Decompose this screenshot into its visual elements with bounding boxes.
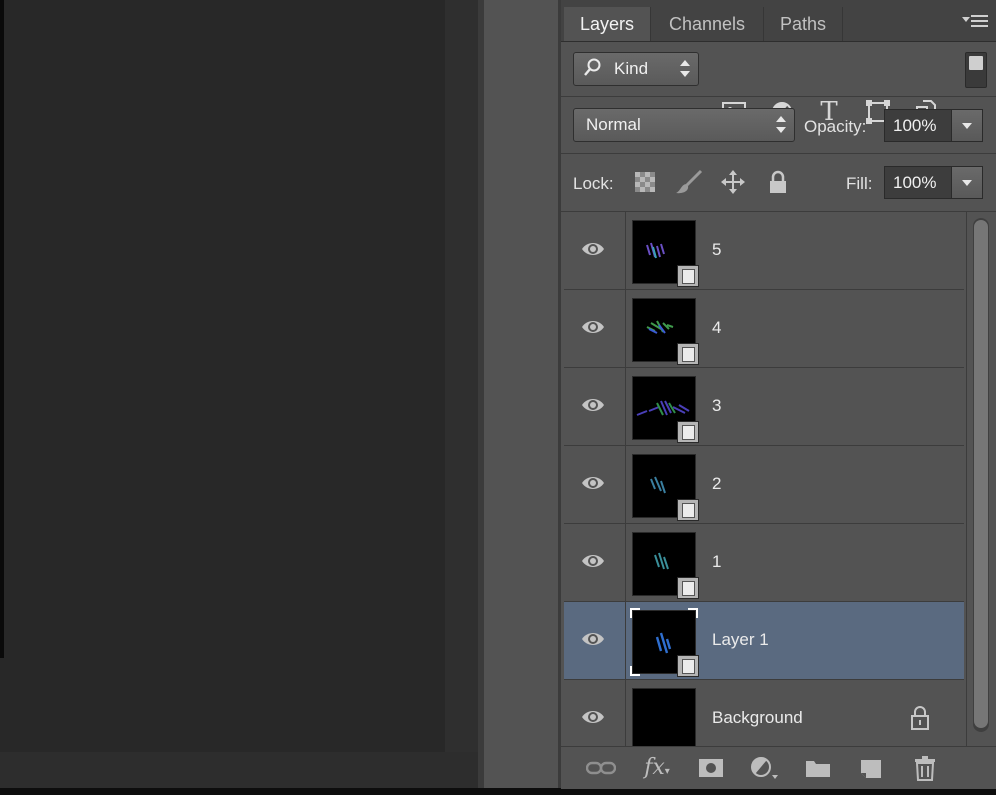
- visibility-toggle[interactable]: [564, 602, 626, 679]
- panel-dock-gutter: [484, 0, 560, 795]
- layers-scrollbar[interactable]: [966, 212, 996, 746]
- layer-name: Background: [712, 708, 803, 727]
- lock-row: Lock: Fill: 100%: [561, 154, 996, 212]
- visibility-toggle[interactable]: [564, 212, 626, 289]
- kind-filter-dropdown[interactable]: Kind: [573, 52, 699, 86]
- layer-row-2[interactable]: 2: [564, 446, 964, 524]
- eye-icon: [582, 243, 604, 255]
- tab-paths[interactable]: Paths: [764, 7, 843, 41]
- group-folder-icon[interactable]: [801, 755, 835, 781]
- lock-all-icon[interactable]: [764, 168, 792, 196]
- layer-thumbnail: [632, 532, 699, 599]
- new-layer-icon[interactable]: [854, 755, 888, 781]
- document-edge: [0, 0, 4, 658]
- lock-icon[interactable]: [908, 704, 932, 732]
- window-bottom-edge: [0, 788, 996, 795]
- layers-panel: Layers Channels Paths Kind T Normal Opac…: [561, 0, 996, 789]
- layer-row-layer-1[interactable]: Layer 1: [564, 602, 964, 680]
- blend-row: Normal Opacity: 100%: [561, 97, 996, 154]
- layer-thumbnail: [632, 220, 699, 287]
- layer-row-3[interactable]: 3: [564, 368, 964, 446]
- opacity-field[interactable]: 100%: [884, 109, 983, 142]
- lock-pixels-brush-icon[interactable]: [675, 168, 703, 196]
- panel-tab-bar: Layers Channels Paths: [561, 0, 996, 42]
- smart-object-icon: [677, 421, 699, 443]
- tab-layers[interactable]: Layers: [564, 7, 651, 41]
- smart-object-icon: [677, 499, 699, 521]
- smart-object-icon: [677, 343, 699, 365]
- visibility-toggle[interactable]: [564, 680, 626, 746]
- opacity-value: 100%: [893, 116, 937, 135]
- layer-name: Layer 1: [712, 630, 769, 649]
- layer-row-5[interactable]: 5: [564, 212, 964, 290]
- eye-icon: [582, 633, 604, 645]
- link-layers-icon[interactable]: [584, 755, 618, 781]
- document-canvas-area[interactable]: [0, 0, 480, 795]
- layer-thumbnail: [630, 608, 699, 677]
- layer-thumbnail: [632, 376, 699, 443]
- filter-toggle-switch[interactable]: [965, 52, 987, 88]
- smart-object-icon: [677, 655, 699, 677]
- fill-label: Fill:: [846, 174, 873, 193]
- eye-icon: [582, 399, 604, 411]
- blend-mode-label: Normal: [586, 115, 641, 134]
- filter-row: Kind T: [561, 42, 996, 126]
- selection-corner: [630, 666, 640, 676]
- layer-row-1[interactable]: 1: [564, 524, 964, 602]
- search-icon: [583, 56, 603, 80]
- adjustment-layer-icon[interactable]: [748, 755, 782, 781]
- layer-thumbnail: [632, 688, 696, 746]
- lock-label: Lock:: [573, 174, 614, 193]
- selection-corner: [688, 608, 698, 618]
- layer-name: 5: [712, 240, 722, 259]
- fill-value: 100%: [893, 173, 937, 192]
- chevron-updown-icon: [776, 116, 786, 134]
- layer-row-background[interactable]: Background: [564, 680, 964, 746]
- layer-mask-icon[interactable]: [694, 755, 728, 781]
- tab-channels[interactable]: Channels: [651, 7, 764, 41]
- visibility-toggle[interactable]: [564, 524, 626, 601]
- trash-icon[interactable]: [908, 755, 942, 781]
- layer-name: 4: [712, 318, 722, 337]
- eye-icon: [582, 321, 604, 333]
- visibility-toggle[interactable]: [564, 368, 626, 445]
- layers-footer-toolbar: fx▾: [561, 746, 996, 789]
- smart-object-icon: [677, 577, 699, 599]
- layer-name: 3: [712, 396, 722, 415]
- kind-label: Kind: [614, 59, 649, 78]
- lock-position-move-icon[interactable]: [719, 168, 747, 196]
- chevron-down-icon[interactable]: [951, 110, 982, 141]
- layer-thumbnail: [632, 454, 699, 521]
- layer-row-4[interactable]: 4: [564, 290, 964, 368]
- eye-icon: [582, 555, 604, 567]
- panel-menu-icon[interactable]: [962, 14, 988, 28]
- selection-corner: [630, 608, 640, 618]
- layer-thumbnail: [632, 298, 699, 365]
- visibility-toggle[interactable]: [564, 446, 626, 523]
- horizontal-scrollbar[interactable]: [0, 752, 478, 788]
- blend-mode-dropdown[interactable]: Normal: [573, 108, 795, 142]
- visibility-toggle[interactable]: [564, 290, 626, 367]
- eye-icon: [582, 711, 604, 723]
- opacity-label: Opacity:: [804, 117, 867, 136]
- fx-icon[interactable]: fx▾: [640, 755, 674, 781]
- fill-field[interactable]: 100%: [884, 166, 983, 199]
- layers-list: 5 4 3 2 1 Layer 1 Background: [564, 212, 966, 746]
- lock-transparency-icon[interactable]: [631, 168, 659, 196]
- chevron-updown-icon: [680, 60, 690, 78]
- canvas-shadow: [445, 0, 480, 795]
- layer-name: 2: [712, 474, 722, 493]
- smart-object-icon: [677, 265, 699, 287]
- chevron-down-icon[interactable]: [951, 167, 982, 198]
- layer-name: 1: [712, 552, 722, 571]
- scrollbar-thumb[interactable]: [974, 220, 988, 728]
- eye-icon: [582, 477, 604, 489]
